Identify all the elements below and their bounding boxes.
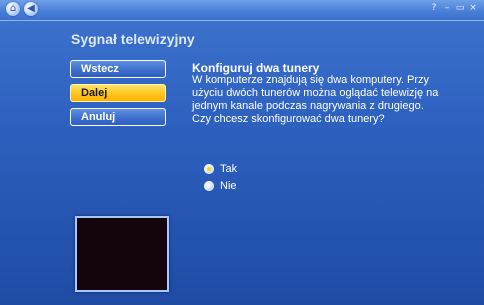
- description-text: W komputerze znajdują się dwa komputery.…: [192, 74, 439, 125]
- top-bar: ⌂ ◀ ? – ▭ ×: [0, 0, 484, 21]
- maximize-icon[interactable]: ▭: [455, 3, 465, 13]
- option-yes[interactable]: Tak: [204, 163, 237, 175]
- help-icon[interactable]: ?: [429, 3, 439, 13]
- radio-no-icon[interactable]: [204, 181, 214, 191]
- option-no-label: Nie: [220, 180, 237, 192]
- radio-yes-icon[interactable]: [204, 164, 214, 174]
- option-yes-label: Tak: [220, 163, 238, 175]
- option-no[interactable]: Nie: [204, 180, 237, 192]
- cancel-button[interactable]: Anuluj: [70, 108, 166, 126]
- tv-preview: [75, 216, 169, 292]
- page-title: Sygnał telewizyjny: [71, 31, 195, 47]
- back-arrow-icon[interactable]: ◀: [24, 2, 38, 16]
- section-heading: Konfiguruj dwa tunery: [192, 61, 320, 75]
- minimize-icon[interactable]: –: [442, 3, 452, 13]
- home-icon[interactable]: ⌂: [6, 2, 20, 16]
- close-icon[interactable]: ×: [468, 3, 478, 13]
- back-button[interactable]: Wstecz: [70, 60, 166, 78]
- next-button[interactable]: Dalej: [70, 84, 166, 102]
- window-controls: ? – ▭ ×: [429, 3, 478, 13]
